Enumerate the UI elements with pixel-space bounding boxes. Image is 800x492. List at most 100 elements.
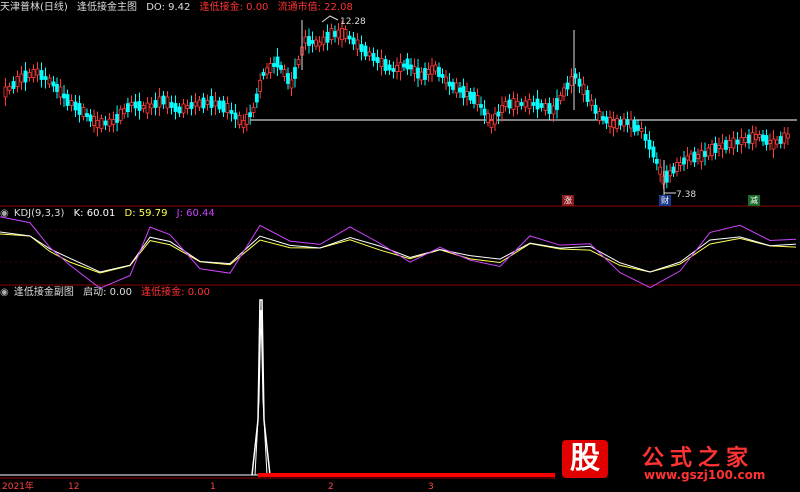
date-label: 2021年 <box>2 480 34 492</box>
candle-body <box>375 57 380 63</box>
candle-body <box>419 71 424 81</box>
candle-body <box>608 117 612 127</box>
candle-body <box>379 58 384 67</box>
candle-body <box>258 80 263 92</box>
candle-body <box>658 166 663 175</box>
candle-body <box>272 63 276 67</box>
candle-body <box>618 120 623 126</box>
candle-body <box>444 76 448 84</box>
candle-body <box>279 65 283 70</box>
candle-body <box>81 107 86 117</box>
candle-body <box>317 41 322 47</box>
candle-body <box>710 144 714 156</box>
candle-body <box>261 72 266 76</box>
candle-body <box>275 56 280 68</box>
candle-body <box>699 150 704 162</box>
candle-body <box>405 58 410 70</box>
candle-body <box>479 104 483 108</box>
candle-body <box>303 36 308 44</box>
candle-body <box>241 120 246 128</box>
candle-body <box>465 91 469 97</box>
candle-body <box>654 158 659 164</box>
candle-body <box>251 107 256 113</box>
kdj-lines <box>0 216 797 289</box>
candle-body <box>523 100 528 108</box>
candle-body <box>651 146 656 158</box>
candle-body <box>371 53 376 61</box>
candle-body <box>329 28 334 40</box>
candle-body <box>565 82 570 90</box>
candle-body <box>225 103 230 113</box>
candle-body <box>161 95 166 105</box>
candle-body <box>35 68 40 76</box>
candle-body <box>99 118 104 129</box>
candle-body <box>527 99 532 109</box>
candle-body <box>347 35 352 40</box>
tag-cai[interactable]: 财 <box>659 195 671 206</box>
candle-body <box>39 70 44 80</box>
candle-body <box>3 86 8 98</box>
date-label: 1 <box>210 482 216 492</box>
candle-body <box>165 96 170 109</box>
candle-body <box>735 139 740 145</box>
candle-body <box>145 102 150 114</box>
candle-body <box>433 64 438 72</box>
candle-body <box>724 140 728 150</box>
candle-body <box>472 92 476 104</box>
candle-body <box>55 84 59 92</box>
candle-body <box>771 138 776 150</box>
candle-body <box>314 39 318 47</box>
candle-body <box>286 73 290 84</box>
candle-body <box>703 151 707 157</box>
candle-body <box>233 112 238 120</box>
candle-body <box>126 103 130 112</box>
candle-body <box>629 119 633 129</box>
tag-zhang[interactable]: 涨 <box>562 195 574 206</box>
candle-body <box>569 76 574 86</box>
candle-body <box>682 157 686 165</box>
candle-body <box>221 100 226 113</box>
candle-body <box>511 98 516 110</box>
candle-body <box>558 95 563 101</box>
candle-body <box>307 36 311 46</box>
candle-body <box>7 86 12 91</box>
candle-body <box>367 51 372 57</box>
candle-body <box>643 133 648 141</box>
candle-body <box>23 70 28 83</box>
logo-glyph: 股 <box>562 440 608 478</box>
candle-body <box>720 142 725 150</box>
candle-body <box>625 119 630 125</box>
candle-body <box>237 115 242 125</box>
candle-body <box>181 103 186 114</box>
candle-body <box>577 78 582 87</box>
candle-body <box>73 101 78 111</box>
candle-body <box>115 114 119 123</box>
candle-body <box>65 94 70 106</box>
candle-body <box>409 64 413 70</box>
candle-body <box>675 162 679 172</box>
candle-body <box>451 82 455 90</box>
candle-body <box>593 104 598 114</box>
candle-body <box>321 36 326 45</box>
candle-body <box>585 90 590 102</box>
tag-jian[interactable]: 减 <box>748 195 760 206</box>
candle-body <box>461 86 466 98</box>
candle-body <box>493 113 497 125</box>
candlestick-series <box>3 20 790 195</box>
candle-body <box>713 143 718 153</box>
candle-body <box>11 81 16 89</box>
candle-body <box>539 103 544 108</box>
candle-body <box>440 74 445 78</box>
candle-body <box>398 62 403 72</box>
candle-body <box>185 105 190 109</box>
candle-body <box>282 69 287 77</box>
candle-body <box>482 108 487 116</box>
candle-body <box>47 77 52 85</box>
candle-body <box>761 134 765 142</box>
candle-body <box>95 120 100 128</box>
candle-body <box>486 113 490 123</box>
candle-body <box>133 101 138 109</box>
candle-body <box>293 67 297 79</box>
chart-canvas[interactable]: 12.28 7.38 2021年 12 1 2 3 <box>0 0 800 492</box>
candle-body <box>387 64 392 71</box>
